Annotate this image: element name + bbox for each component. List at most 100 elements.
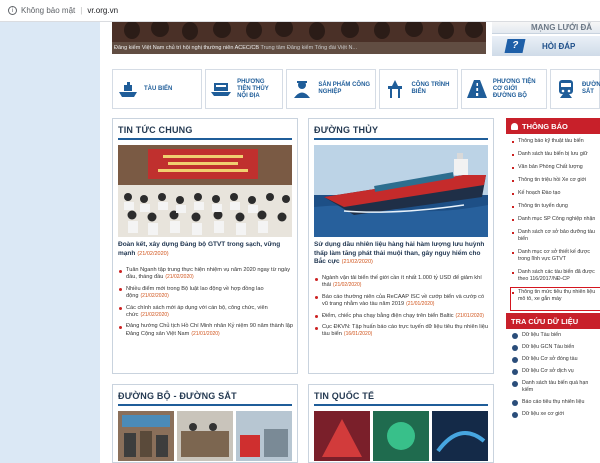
question-icon: ? (504, 39, 526, 53)
list-item-date: (21/02/2020) (140, 312, 169, 319)
list-item[interactable]: Điểm, chiếc pha chạy bằng điện chạy trên… (314, 313, 490, 320)
notice-item[interactable]: Văn bản Phòng Chất lượng (512, 164, 600, 177)
category-label: SẢN PHẨM CÔNG NGHIỆP (318, 82, 371, 95)
lookup-heading: TRA CỨU DỮ LIỆU (511, 316, 579, 326)
lead-story-date: (21/02/2020) (137, 250, 169, 257)
panel-heading[interactable]: ĐƯỜNG BỘ - ĐƯỜNG SẮT (113, 385, 297, 401)
category-tau-bien[interactable]: TÀU BIỂN (112, 69, 203, 109)
heading-underline (314, 138, 488, 140)
general-news-panel: TIN TỨC CHUNG Đoàn kết, xây dựng Đảng bộ… (112, 118, 298, 374)
right-sidebar: THÔNG BÁO Thông báo kỹ thuật tàu biển Da… (506, 118, 600, 463)
list-item[interactable]: Tuân Nganh tập trung thực hiện nhiệm vụ … (118, 267, 294, 282)
faq-promo[interactable]: ? HỎI ĐÁP (492, 36, 600, 56)
lead-story-title[interactable]: Sử dụng dầu nhiên liệu hàng hải hàm lượn… (314, 241, 490, 267)
network-promo[interactable]: MẠNG LƯỚI ĐĂ (492, 22, 600, 34)
train-icon (555, 79, 577, 99)
offshore-rig-icon (384, 79, 406, 99)
panel-heading[interactable]: TIN QUỐC TẾ (309, 385, 493, 401)
notice-item[interactable]: Danh sách cơ sở bảo dưỡng tàu biển (512, 229, 600, 249)
list-item-text[interactable]: Điểm, chiếc pha chạy bằng điện chạy trên… (322, 313, 454, 319)
ship-icon (117, 79, 139, 99)
worker-icon (291, 79, 313, 99)
list-item[interactable]: Báo cáo thường niên của ReCAAP ISC về cư… (314, 294, 490, 309)
list-item[interactable]: Các chính sách mới áp dụng với cán bộ, c… (118, 305, 294, 320)
notice-item[interactable]: Danh mục SP Công nghiệp nhận (512, 216, 600, 229)
category-label: TÀU BIỂN (144, 85, 173, 92)
international-news-panel: TIN QUỐC TẾ (308, 384, 494, 463)
page: Đăng kiểm Việt Nam chủ trì hội nghị thườ… (0, 22, 600, 463)
list-item-date: (21/01/2020) (406, 301, 435, 308)
lookup-item[interactable]: Dữ liệu GCN Tàu biển (512, 344, 600, 356)
list-item-date: (21/01/2020) (455, 312, 484, 319)
notice-item[interactable]: Thông tin triệu hồi Xe cơ giới (512, 177, 600, 190)
list-item-date: (21/02/2020) (333, 282, 362, 289)
panel-heading[interactable]: ĐƯỜNG THỦY (309, 119, 493, 135)
lookup-item[interactable]: Dữ liệu xe cơ giới (512, 411, 600, 423)
address-bar[interactable]: i Không bảo mật | vr.org.vn (0, 0, 600, 22)
road-icon (466, 79, 488, 99)
list-item-text[interactable]: Báo cáo thường niên của ReCAAP ISC về cư… (322, 294, 484, 307)
news-photo[interactable] (118, 145, 292, 237)
notices-heading: THÔNG BÁO (522, 121, 568, 131)
list-item-date: (21/02/2020) (140, 293, 169, 300)
notice-item[interactable]: Danh mục cơ sở thiết kế được trong lĩnh … (512, 249, 600, 269)
category-duong-bo[interactable]: PHƯƠNG TIỆN CƠ GIỚI ĐƯỜNG BỘ (460, 69, 547, 109)
category-label: PHƯƠNG TIỆN THỦY NỘI ĐỊA (237, 78, 269, 99)
notice-item[interactable]: Kế hoạch Đào tạo (512, 190, 600, 203)
list-item-text[interactable]: Tuân Nganh tập trung thực hiện nhiệm vụ … (126, 267, 290, 280)
notice-item[interactable]: Danh sách các tàu biển đã được theo 116/… (512, 269, 600, 289)
news-list: Ngành vận tải biển thế giới cần ít nhất … (314, 275, 490, 343)
category-label: ĐƯỜNG SẮT (581, 82, 600, 95)
panel-heading[interactable]: TIN TỨC CHUNG (113, 119, 297, 135)
category-label: PHƯƠNG TIỆN CƠ GIỚI ĐƯỜNG BỘ (492, 78, 536, 99)
ship-photo[interactable] (314, 145, 488, 237)
list-item-date: (21/02/2020) (165, 274, 194, 281)
notices-header[interactable]: THÔNG BÁO (506, 118, 600, 134)
category-nav: TÀU BIỂN PHƯƠNG TIỆN THỦY NỘI ĐỊA SẢN PH… (112, 69, 600, 109)
lead-story-title-text[interactable]: Sử dụng dầu nhiên liệu hàng hải hàm lượn… (314, 241, 484, 265)
lookup-item[interactable]: Dữ liệu Cơ sở dịch vụ (512, 368, 600, 380)
faq-label: HỎI ĐÁP (542, 41, 576, 51)
bell-icon (511, 122, 518, 130)
road-rail-panel: ĐƯỜNG BỘ - ĐƯỜNG SẮT (112, 384, 298, 463)
left-background (0, 22, 100, 463)
banner-caption-text: Đăng kiểm Việt Nam chủ trì hội nghị thườ… (114, 45, 260, 51)
international-photos[interactable] (314, 411, 488, 461)
lookup-item[interactable]: Danh sách tàu biển quá hạn kiểm (512, 380, 600, 399)
main-content: Đăng kiểm Việt Nam chủ trì hội nghị thườ… (100, 22, 600, 463)
category-label: CÔNG TRÌNH BIỂN (411, 82, 450, 95)
notice-item-fuel-consumption[interactable]: Thông tin mức tiêu thụ nhiên liệu mô tô,… (510, 287, 600, 311)
heading-underline (118, 404, 292, 406)
address-separator: | (80, 6, 83, 15)
lookup-list: Dữ liệu Tàu biển Dữ liệu GCN Tàu biển Dữ… (506, 329, 600, 423)
url-text[interactable]: vr.org.vn (87, 6, 118, 15)
notice-item[interactable]: Thông báo kỹ thuật tàu biển (512, 138, 600, 151)
lead-story-date: (21/02/2020) (341, 259, 373, 265)
heading-underline (118, 138, 292, 140)
list-item[interactable]: Nhiều điểm mới trong Bộ luật lao động về… (118, 286, 294, 301)
category-duong-sat[interactable]: ĐƯỜNG SẮT (549, 69, 600, 109)
lead-story-title[interactable]: Đoàn kết, xây dựng Đảng bộ GTVT trong sạ… (118, 241, 294, 258)
lookup-item[interactable]: Báo cáo tiêu thụ nhiên liệu (512, 399, 600, 411)
top-banner-image[interactable]: Đăng kiểm Việt Nam chủ trì hội nghị thườ… (112, 22, 486, 54)
list-item[interactable]: Đảng hướng Chủ tịch Hồ Chí Minh nhân Kỷ … (118, 323, 294, 338)
category-cong-nghiep[interactable]: SẢN PHẨM CÔNG NGHIỆP (286, 69, 377, 109)
lookup-header[interactable]: TRA CỨU DỮ LIỆU (506, 313, 600, 329)
road-rail-photos[interactable] (118, 411, 292, 461)
notice-item[interactable]: Thông tin tuyển dụng (512, 203, 600, 216)
category-cong-trinh-bien[interactable]: CÔNG TRÌNH BIỂN (379, 69, 458, 109)
info-icon[interactable]: i (8, 6, 17, 15)
notices-list: Thông báo kỹ thuật tàu biển Danh sách tà… (506, 134, 600, 311)
waterway-panel: ĐƯỜNG THỦY Sử dụng dầu nhiên liệu hàng h… (308, 118, 494, 374)
list-item-date: (21/01/2020) (191, 330, 220, 337)
security-status[interactable]: Không bảo mật (21, 6, 75, 15)
list-item[interactable]: Ngành vận tải biển thế giới cần ít nhất … (314, 275, 490, 290)
heading-underline (314, 404, 488, 406)
lookup-item[interactable]: Dữ liệu Tàu biển (512, 332, 600, 344)
category-thuy-noi-dia[interactable]: PHƯƠNG TIỆN THỦY NỘI ĐỊA (205, 69, 284, 109)
list-item[interactable]: Cục ĐKVN: Tập huấn báo cáo trực tuyến dữ… (314, 324, 490, 339)
notice-item[interactable]: Danh sách tàu biển bị lưu giữ (512, 151, 600, 164)
list-item-date: (16/01/2020) (343, 331, 373, 338)
banner-caption: Đăng kiểm Việt Nam chủ trì hội nghị thườ… (114, 45, 357, 51)
lookup-item[interactable]: Dữ liệu Cơ sở đóng tàu (512, 356, 600, 368)
